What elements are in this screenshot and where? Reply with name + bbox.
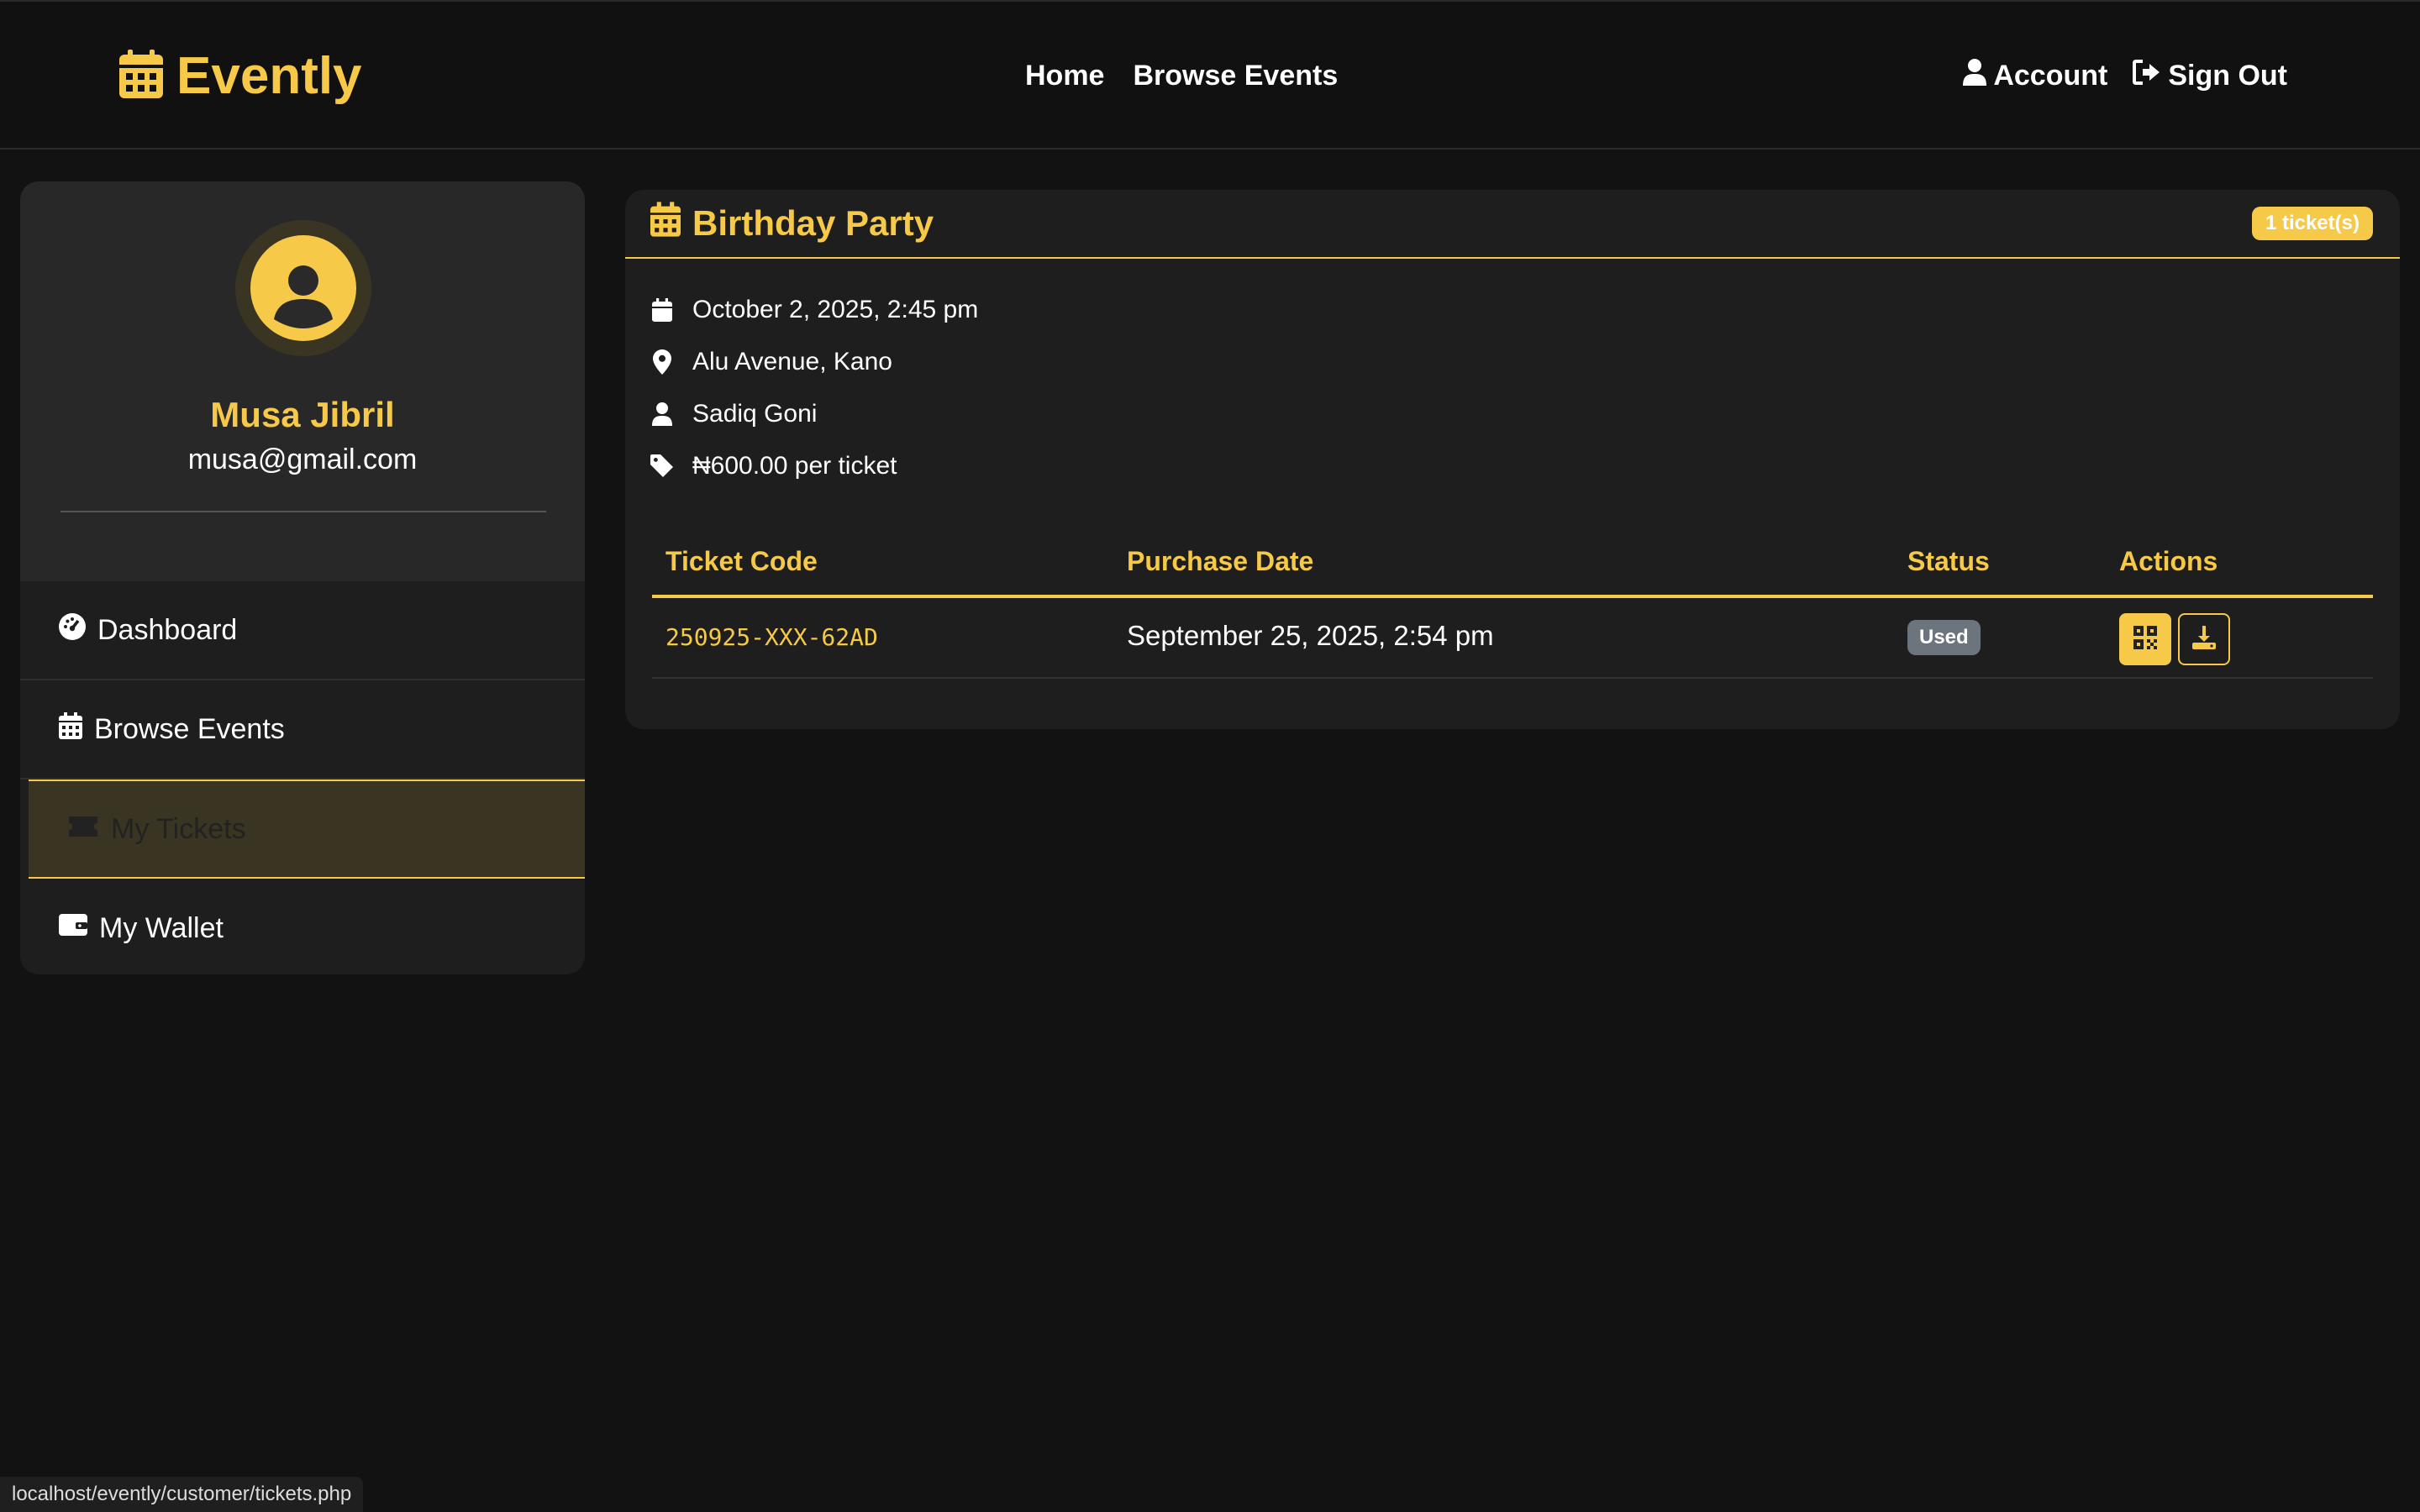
- avatar: [235, 220, 371, 356]
- account-link[interactable]: Account: [1963, 58, 2108, 93]
- user-nav: Account Sign Out: [1963, 54, 2287, 97]
- sidebar-item-label: Browse Events: [94, 712, 285, 745]
- sidebar-item-browse-events[interactable]: Browse Events: [20, 680, 585, 780]
- profile-email: musa@gmail.com: [187, 444, 418, 475]
- event-organizer: Sadiq Goni: [692, 400, 818, 428]
- event-price-row: ₦600.00 per ticket: [650, 440, 978, 492]
- col-ticket-code: Ticket Code: [666, 546, 818, 576]
- calendar-icon: [119, 49, 163, 102]
- col-purchase-date: Purchase Date: [1127, 546, 1314, 576]
- table-header: Ticket Code Purchase Date Status Actions: [652, 517, 2373, 598]
- user-icon: [650, 402, 674, 426]
- ticket-count-badge: 1 ticket(s): [2251, 207, 2373, 240]
- wallet-icon: [59, 912, 87, 945]
- brand-name: Evently: [176, 46, 362, 105]
- event-title-text: Birthday Party: [692, 203, 934, 243]
- view-qr-button[interactable]: [2119, 613, 2171, 665]
- sidebar-item-label: My Tickets: [111, 812, 246, 845]
- status-url: localhost/evently/customer/tickets.php: [0, 1477, 364, 1512]
- event-details: October 2, 2025, 2:45 pm Alu Avenue, Kan…: [650, 284, 978, 492]
- sidebar-item-dashboard[interactable]: Dashboard: [20, 581, 585, 680]
- calendar-icon: [59, 711, 82, 747]
- event-date: October 2, 2025, 2:45 pm: [692, 296, 979, 323]
- col-actions: Actions: [2119, 546, 2218, 576]
- event-location: Alu Avenue, Kano: [692, 348, 892, 375]
- main-nav: Home Browse Events: [1025, 54, 1338, 97]
- nav-browse-events-link[interactable]: Browse Events: [1133, 60, 1338, 92]
- top-navbar: Evently Home Browse Events Account Sign …: [0, 0, 2420, 150]
- brand-logo[interactable]: Evently: [119, 45, 362, 106]
- nav-home-link[interactable]: Home: [1025, 60, 1104, 92]
- download-icon: [2192, 625, 2216, 654]
- qrcode-icon: [2133, 625, 2157, 654]
- divider: [60, 511, 546, 512]
- account-label: Account: [1993, 59, 2108, 92]
- tickets-table: Ticket Code Purchase Date Status Actions…: [652, 517, 2373, 679]
- sidebar-item-my-tickets[interactable]: My Tickets: [29, 780, 585, 879]
- dashboard-icon: [59, 612, 86, 648]
- profile-name: Musa Jibril: [210, 395, 395, 434]
- ticket-code: 250925-XXX-62AD: [666, 623, 878, 651]
- sidebar: Musa Jibril musa@gmail.com Dashboard Bro…: [20, 181, 585, 974]
- download-ticket-button[interactable]: [2178, 613, 2230, 665]
- event-date-row: October 2, 2025, 2:45 pm: [650, 284, 978, 336]
- purchase-date: September 25, 2025, 2:54 pm: [1127, 620, 1494, 651]
- status-badge: Used: [1907, 620, 1981, 655]
- profile-panel: Musa Jibril musa@gmail.com: [20, 181, 585, 581]
- table-row: 250925-XXX-62AD September 25, 2025, 2:54…: [652, 598, 2373, 679]
- calendar-icon: [650, 202, 681, 245]
- tag-icon: [650, 454, 674, 478]
- sidebar-item-label: Dashboard: [97, 613, 238, 646]
- ticket-icon: [67, 813, 99, 846]
- event-price: ₦600.00 per ticket: [692, 452, 897, 480]
- user-circle-icon: [250, 235, 356, 341]
- col-status: Status: [1907, 546, 1990, 576]
- sidebar-item-my-wallet[interactable]: My Wallet: [20, 879, 585, 974]
- card-header: Birthday Party 1 ticket(s): [625, 190, 2400, 259]
- event-organizer-row: Sadiq Goni: [650, 388, 978, 440]
- sidebar-item-label: My Wallet: [99, 911, 224, 944]
- sign-out-label: Sign Out: [2168, 59, 2287, 92]
- sign-out-link[interactable]: Sign Out: [2133, 59, 2287, 92]
- calendar-icon: [650, 298, 674, 322]
- sign-out-icon: [2133, 59, 2161, 92]
- event-location-row: Alu Avenue, Kano: [650, 336, 978, 388]
- event-ticket-card: Birthday Party 1 ticket(s) October 2, 20…: [625, 190, 2400, 729]
- user-icon: [1963, 58, 1987, 93]
- event-title: Birthday Party: [650, 202, 934, 245]
- map-pin-icon: [650, 349, 674, 375]
